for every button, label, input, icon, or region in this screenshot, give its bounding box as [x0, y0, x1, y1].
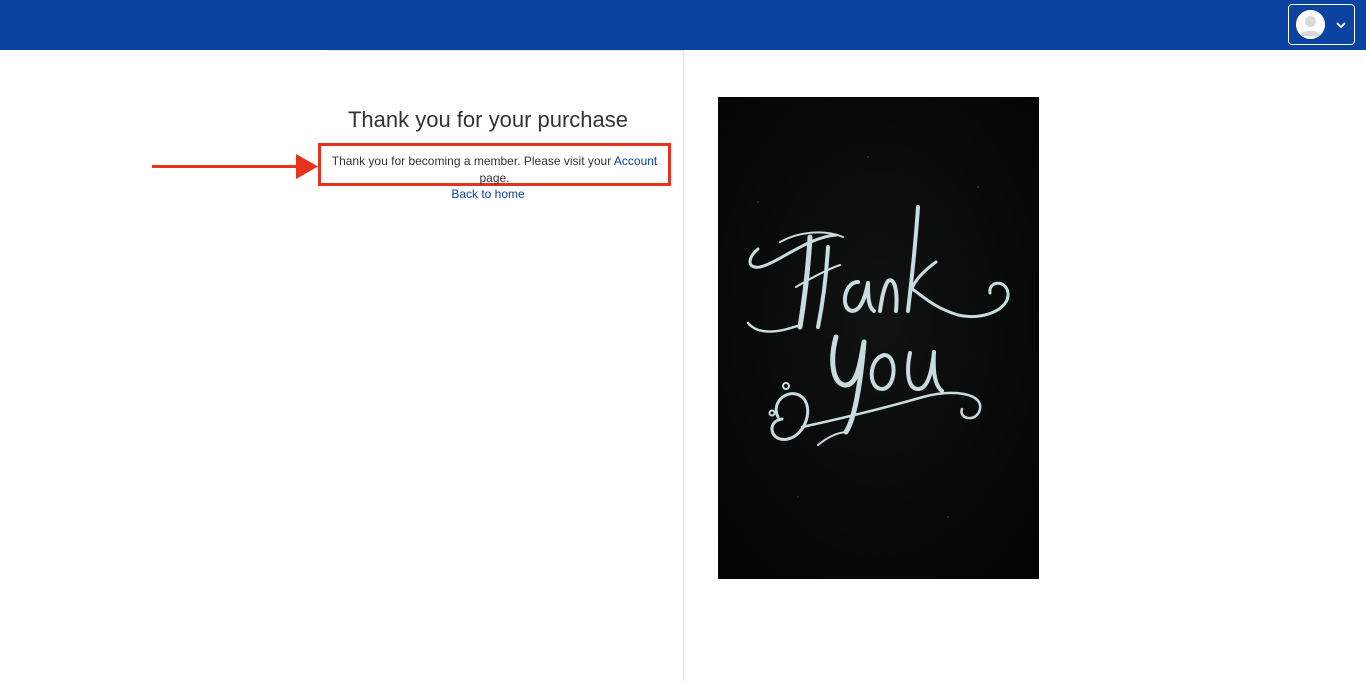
account-link[interactable]: Account [614, 154, 657, 168]
membership-message: Thank you for becoming a member. Please … [318, 143, 671, 186]
chevron-down-icon [1335, 18, 1347, 30]
back-home-container: Back to home [293, 186, 683, 203]
column-divider [683, 50, 684, 681]
confirmation-section: Thank you for your purchase [293, 104, 683, 136]
annotation-arrow-icon [150, 152, 320, 182]
back-to-home-link[interactable]: Back to home [451, 187, 524, 201]
header-divider [328, 50, 683, 51]
thank-you-image [718, 97, 1039, 579]
message-text-end: page. [479, 171, 510, 185]
top-navigation-bar [0, 0, 1366, 50]
message-text: Thank you for becoming a member. Please … [331, 154, 614, 168]
user-avatar-icon [1296, 10, 1325, 39]
user-menu-button[interactable] [1288, 4, 1355, 45]
page-title: Thank you for your purchase [347, 107, 629, 132]
